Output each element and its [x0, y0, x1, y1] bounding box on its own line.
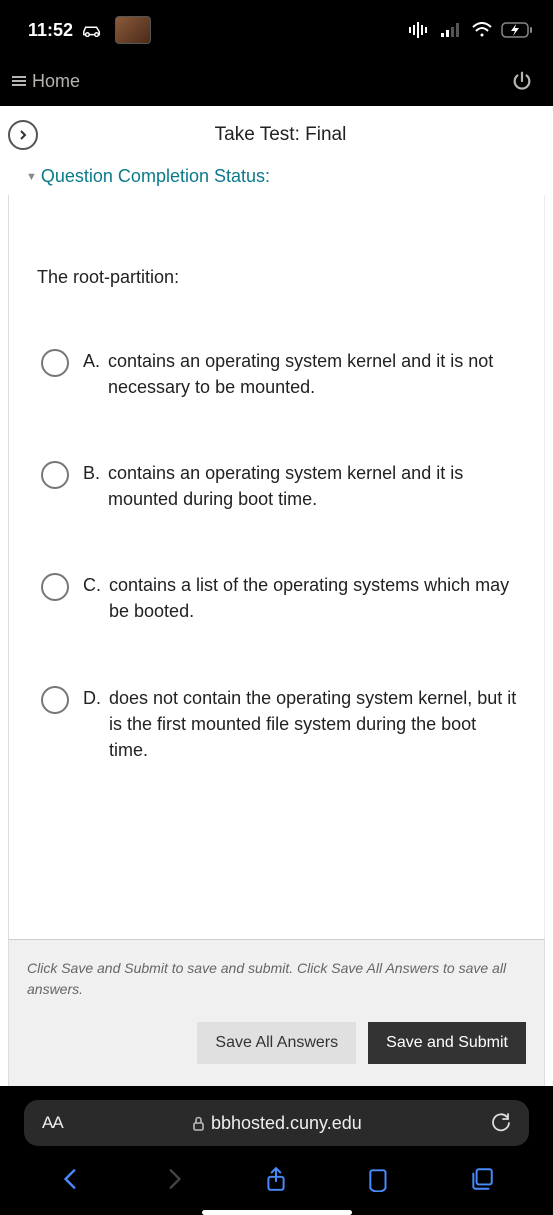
car-icon: [81, 23, 103, 37]
address-bar[interactable]: AA bbhosted.cuny.edu: [24, 1100, 529, 1146]
page-title: Take Test: Final: [46, 124, 545, 146]
option-letter: A.: [83, 348, 100, 400]
radio-c[interactable]: [41, 573, 69, 601]
save-submit-button[interactable]: Save and Submit: [368, 1022, 526, 1064]
qc-status-label: Question Completion Status:: [41, 166, 270, 187]
option-c[interactable]: C.contains a list of the operating syste…: [41, 572, 520, 624]
radio-d[interactable]: [41, 686, 69, 714]
radio-b[interactable]: [41, 461, 69, 489]
home-link[interactable]: Home: [12, 71, 80, 92]
audio-visualizer-icon: [407, 22, 433, 38]
question-completion-toggle[interactable]: ▼ Question Completion Status:: [0, 156, 553, 195]
chevron-down-icon: ▼: [26, 171, 37, 183]
bookmarks-icon[interactable]: [366, 1166, 392, 1192]
forward-icon: [161, 1166, 187, 1192]
footer-hint: Click Save and Submit to save and submit…: [27, 958, 526, 1000]
home-indicator[interactable]: [202, 1210, 352, 1215]
option-text: contains a list of the operating systems…: [109, 572, 520, 624]
question-body: The root-partition: A.contains an operat…: [8, 195, 545, 939]
status-bar: 11:52: [0, 0, 553, 56]
option-letter: B.: [83, 460, 100, 512]
home-label: Home: [32, 71, 80, 92]
option-letter: D.: [83, 685, 101, 763]
reload-icon[interactable]: [491, 1113, 511, 1133]
lock-icon: [192, 1116, 205, 1131]
wifi-icon: [471, 22, 493, 38]
option-letter: C.: [83, 572, 101, 624]
battery-charging-icon: [501, 22, 533, 38]
browser-toolbar: [0, 1146, 553, 1202]
menu-icon: [12, 76, 28, 86]
power-icon[interactable]: [511, 70, 533, 92]
option-b[interactable]: B.contains an operating system kernel an…: [41, 460, 520, 512]
tabs-icon[interactable]: [469, 1166, 495, 1192]
option-text: does not contain the operating system ke…: [109, 685, 520, 763]
question-prompt: The root-partition:: [37, 267, 520, 288]
expand-sidebar-button[interactable]: [8, 120, 38, 150]
option-text: contains an operating system kernel and …: [108, 348, 520, 400]
page-content: Take Test: Final ▼ Question Completion S…: [0, 106, 553, 1086]
save-all-button[interactable]: Save All Answers: [197, 1022, 356, 1064]
footer-box: Click Save and Submit to save and submit…: [8, 939, 545, 1086]
option-a[interactable]: A.contains an operating system kernel an…: [41, 348, 520, 400]
cellular-icon: [441, 23, 463, 37]
clock: 11:52: [28, 20, 73, 41]
app-navbar: Home: [0, 56, 553, 106]
pip-thumbnail[interactable]: [115, 16, 151, 44]
share-icon[interactable]: [263, 1166, 289, 1192]
radio-a[interactable]: [41, 349, 69, 377]
url-display[interactable]: bbhosted.cuny.edu: [73, 1113, 481, 1134]
text-size-button[interactable]: AA: [42, 1113, 63, 1133]
option-text: contains an operating system kernel and …: [108, 460, 520, 512]
back-icon[interactable]: [58, 1166, 84, 1192]
option-d[interactable]: D.does not contain the operating system …: [41, 685, 520, 763]
